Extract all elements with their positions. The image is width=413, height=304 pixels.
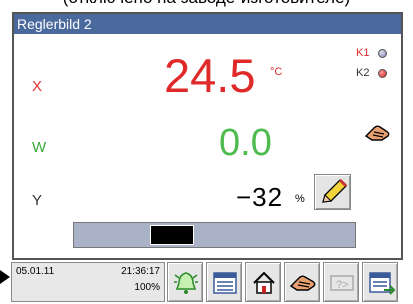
status-datetime: 05.01.11 21:36:17 100% bbox=[11, 262, 165, 302]
y-value: −32 bbox=[236, 182, 284, 212]
status-zoom: 100% bbox=[134, 282, 160, 293]
alarm-button[interactable] bbox=[167, 262, 203, 302]
caption-text: (отключено на заводе-изготовителе) bbox=[0, 0, 413, 8]
y-label: Y bbox=[32, 192, 43, 209]
k1-led-icon bbox=[378, 49, 387, 58]
x-unit: °C bbox=[270, 66, 283, 78]
y-unit: % bbox=[295, 193, 305, 205]
k2-led-icon bbox=[378, 69, 387, 78]
manual-mode-button[interactable] bbox=[284, 262, 320, 302]
hand-icon[interactable] bbox=[364, 122, 392, 144]
exit-button[interactable] bbox=[362, 262, 398, 302]
help-button[interactable]: ?> bbox=[323, 262, 359, 302]
arrow-pointer-icon bbox=[0, 270, 10, 284]
w-value[interactable]: 0.0 bbox=[219, 122, 272, 165]
x-label: X bbox=[32, 78, 43, 95]
window-title: Reglerbild 2 bbox=[14, 14, 401, 34]
hand-icon bbox=[289, 275, 316, 291]
exit-icon bbox=[369, 272, 396, 295]
output-bar-marker bbox=[150, 225, 194, 245]
edit-button[interactable] bbox=[314, 174, 351, 210]
status-date: 05.01.11 bbox=[16, 266, 55, 277]
pencil-icon bbox=[322, 178, 348, 203]
house-icon bbox=[253, 271, 275, 294]
w-label: W bbox=[32, 139, 47, 156]
controller-window: Reglerbild 2 X 24.5 °C K1 K2 W 0.0 Y −32… bbox=[12, 12, 403, 260]
svg-text:?>: ?> bbox=[336, 279, 349, 291]
bell-icon bbox=[174, 272, 198, 294]
home-button[interactable] bbox=[245, 262, 281, 302]
list-icon bbox=[213, 272, 237, 294]
x-value: 24.5 bbox=[164, 49, 256, 102]
k1-label: K1 bbox=[356, 47, 370, 59]
list-button[interactable] bbox=[206, 262, 242, 302]
help-icon: ?> bbox=[330, 275, 354, 291]
k2-label: K2 bbox=[356, 67, 370, 79]
output-bar bbox=[73, 222, 356, 248]
status-time: 21:36:17 bbox=[121, 266, 160, 277]
